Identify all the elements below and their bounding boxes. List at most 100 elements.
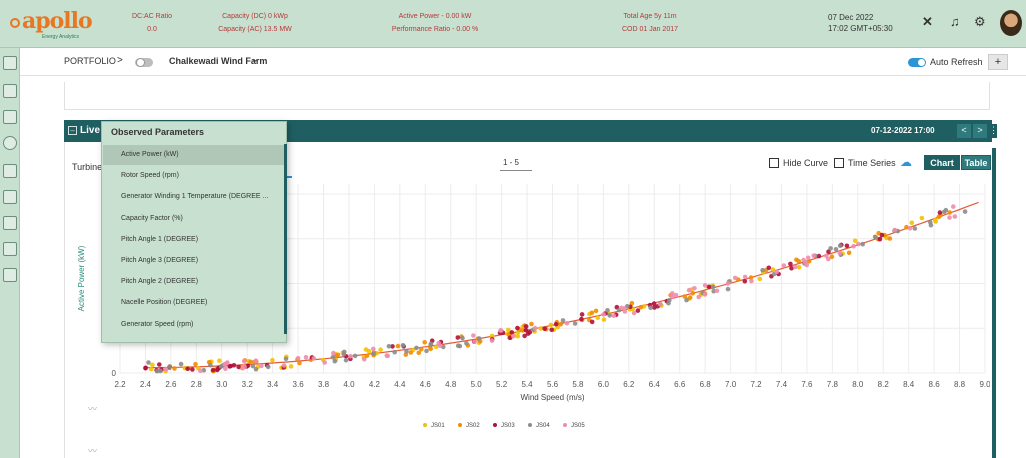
scatter-point bbox=[143, 365, 148, 371]
download-cloud-icon[interactable]: ☁ bbox=[900, 155, 912, 169]
chevron-down-icon[interactable]: ⌄ bbox=[251, 54, 259, 65]
scatter-point bbox=[343, 357, 349, 363]
dropdown-item[interactable]: Pitch Angle 2 (DEGREE) bbox=[103, 272, 286, 292]
turbine-range[interactable]: 1 - 5 bbox=[503, 158, 519, 167]
stat-value: Capacity (AC) 13.5 MW bbox=[218, 26, 292, 33]
auto-refresh-toggle[interactable] bbox=[908, 58, 926, 67]
dropdown-item[interactable]: Nacelle Position (DEGREE) bbox=[103, 293, 286, 313]
scatter-point bbox=[522, 333, 527, 339]
sidebar-item-power[interactable] bbox=[3, 136, 17, 150]
scatter-point bbox=[757, 276, 763, 282]
x-axis-label: Wind Speed (m/s) bbox=[520, 393, 584, 402]
x-tick-label: 8.6 bbox=[929, 380, 941, 389]
dropdown-scrollbar[interactable] bbox=[284, 144, 287, 334]
sidebar-item-tools[interactable] bbox=[3, 216, 17, 230]
active-power-stat: Active Power - 0.00 kW Performance Ratio… bbox=[370, 10, 500, 36]
scatter-point bbox=[877, 236, 883, 242]
sidebar-item-settings[interactable] bbox=[3, 268, 17, 282]
avatar[interactable] bbox=[1000, 10, 1022, 36]
sidebar-item-search[interactable] bbox=[3, 242, 17, 256]
sidebar-item-reports[interactable] bbox=[3, 190, 17, 204]
scatter-point bbox=[702, 292, 708, 297]
scatter-point bbox=[371, 351, 376, 356]
dropdown-item[interactable]: Pitch Angle 1 (DEGREE) bbox=[103, 230, 286, 250]
scatter-point bbox=[937, 210, 943, 215]
gear-icon[interactable]: ⚙ bbox=[974, 14, 986, 30]
scatter-point bbox=[384, 353, 390, 358]
legend-marker bbox=[563, 423, 567, 427]
collapse-icon[interactable]: – bbox=[68, 126, 77, 135]
dropdown-item[interactable]: Capacity Factor (%) bbox=[103, 209, 286, 229]
scatter-point bbox=[725, 286, 731, 292]
dropdown-item[interactable]: Active Power (kW) bbox=[103, 145, 286, 165]
scatter-point bbox=[912, 226, 918, 231]
scatter-point bbox=[400, 343, 406, 348]
scatter-point bbox=[710, 284, 716, 290]
hide-curve-checkbox[interactable] bbox=[769, 158, 779, 168]
scatter-point bbox=[424, 348, 429, 354]
dropdown-item[interactable]: Generator Winding 1 Temperature (DEGREE … bbox=[103, 187, 286, 207]
scatter-point bbox=[811, 253, 816, 258]
expand-icon[interactable]: ✕ bbox=[922, 14, 933, 30]
scatter-point bbox=[348, 354, 353, 359]
sidebar-item-monitor[interactable] bbox=[3, 110, 17, 124]
scatter-point bbox=[362, 357, 367, 362]
scatter-point bbox=[962, 209, 968, 214]
panel-scrollbar[interactable] bbox=[992, 148, 996, 458]
scatter-point bbox=[198, 368, 203, 373]
chart-view-button[interactable]: Chart bbox=[924, 155, 960, 170]
scatter-point bbox=[433, 344, 439, 350]
portfolio-breadcrumb[interactable]: PORTFOLIO bbox=[64, 56, 116, 66]
scatter-point bbox=[265, 364, 271, 370]
sidebar-item-dashboard[interactable] bbox=[3, 84, 17, 98]
scatter-point bbox=[157, 362, 162, 367]
x-tick-label: 4.6 bbox=[420, 380, 432, 389]
table-view-button[interactable]: Table bbox=[961, 155, 991, 170]
scatter-point bbox=[472, 339, 477, 345]
scatter-point bbox=[150, 362, 155, 368]
scatter-point bbox=[579, 316, 584, 322]
dropdown-item[interactable]: Rotor Speed (rpm) bbox=[103, 166, 286, 186]
scatter-point bbox=[363, 347, 369, 352]
panel-title: Live bbox=[80, 125, 101, 136]
prev-button[interactable]: < bbox=[957, 124, 971, 138]
time-series-checkbox[interactable] bbox=[834, 158, 844, 168]
scatter-point bbox=[770, 267, 776, 272]
minimap-icon: 〰 bbox=[88, 404, 98, 414]
stat-label: Capacity (DC) 0 kWp bbox=[222, 13, 288, 20]
scatter-point bbox=[498, 328, 503, 333]
scatter-point bbox=[331, 350, 336, 356]
x-tick-label: 5.6 bbox=[547, 380, 559, 389]
scatter-point bbox=[792, 264, 798, 270]
scatter-point bbox=[553, 321, 559, 327]
scatter-point bbox=[250, 363, 256, 369]
scatter-point bbox=[907, 226, 913, 231]
scatter-point bbox=[892, 227, 898, 233]
dropdown-item[interactable]: Pitch Angle 3 (DEGREE) bbox=[103, 251, 286, 271]
x-tick-label: 8.8 bbox=[954, 380, 966, 389]
move-button[interactable]: + bbox=[988, 54, 1008, 70]
legend-marker bbox=[423, 423, 427, 427]
scatter-point bbox=[185, 366, 190, 371]
scatter-point bbox=[217, 358, 222, 363]
x-tick-label: 4.4 bbox=[394, 380, 406, 389]
scatter-point bbox=[742, 274, 748, 280]
scatter-point bbox=[322, 360, 327, 365]
scatter-point bbox=[732, 275, 738, 281]
minimap-icon: 〰 bbox=[88, 446, 98, 456]
scatter-point bbox=[601, 312, 606, 317]
next-button[interactable]: > bbox=[973, 124, 987, 138]
scatter-point bbox=[283, 356, 289, 362]
panel-menu-icon[interactable]: ⋮ bbox=[989, 124, 998, 138]
bell-icon[interactable]: ♫ bbox=[950, 14, 960, 29]
apollo-logo[interactable]: apollo Energy Analytics bbox=[8, 6, 93, 42]
dropdown-item[interactable]: Generator Speed (rpm) bbox=[103, 315, 286, 335]
stat-label: Active Power - 0.00 kW bbox=[398, 13, 472, 20]
site-toggle[interactable] bbox=[135, 58, 153, 67]
sidebar-item-analytics[interactable] bbox=[3, 164, 17, 178]
scatter-point bbox=[607, 313, 612, 318]
y-axis-label: Active Power (kW) bbox=[77, 245, 86, 311]
x-tick-label: 5.4 bbox=[521, 380, 533, 389]
sidebar-item-turbine[interactable] bbox=[3, 56, 17, 70]
scatter-point bbox=[303, 355, 309, 360]
